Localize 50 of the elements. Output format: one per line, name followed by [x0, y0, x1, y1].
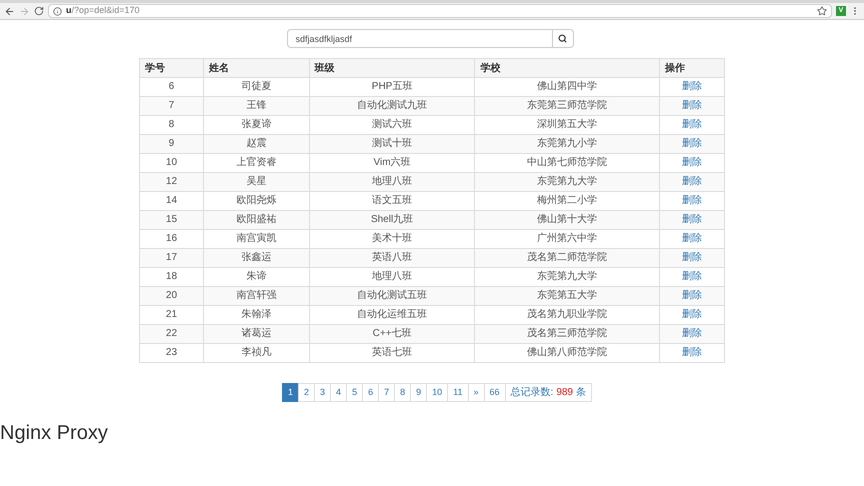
delete-link[interactable]: 删除	[682, 347, 702, 358]
delete-link[interactable]: 删除	[682, 233, 702, 244]
column-header: 学校	[474, 58, 660, 78]
delete-link[interactable]: 删除	[682, 252, 702, 263]
total-unit: 条	[576, 386, 586, 400]
search-button[interactable]	[552, 29, 574, 48]
delete-link[interactable]: 删除	[682, 290, 702, 301]
page-button[interactable]: 2	[298, 383, 316, 402]
search-field[interactable]: sdfjasdfkljasdf	[286, 29, 552, 48]
total-count: 989	[556, 386, 573, 400]
delete-link[interactable]: 删除	[682, 271, 702, 282]
delete-link[interactable]: 删除	[682, 138, 702, 149]
column-header: 姓名	[203, 58, 310, 78]
delete-link[interactable]: 删除	[682, 176, 702, 187]
star-icon[interactable]	[817, 6, 827, 16]
table-cell: 英语七班	[309, 344, 475, 362]
table-cell: 李祯凡	[203, 344, 310, 362]
page-button[interactable]: 6	[362, 383, 380, 402]
address-bar[interactable]: u/?op=del&id=170	[48, 4, 832, 18]
delete-link[interactable]: 删除	[682, 309, 702, 320]
page-button[interactable]: 3	[314, 383, 332, 402]
page-button[interactable]: 8	[394, 383, 412, 402]
page-heading: Nginx Proxy	[0, 421, 109, 446]
page-button[interactable]: 4	[330, 383, 348, 402]
page-button[interactable]: 7	[378, 383, 396, 402]
table-cell: 佛山第八师范学院	[474, 344, 660, 362]
url-path: /?op=del&id=170	[72, 4, 140, 18]
search-icon	[558, 34, 567, 43]
table-cell: 23	[140, 344, 204, 362]
url-host: u	[66, 4, 72, 18]
total-label: 总记录数:	[510, 386, 554, 400]
delete-link[interactable]: 删除	[682, 214, 702, 225]
page-button[interactable]: 10	[426, 383, 448, 402]
delete-link[interactable]: 删除	[682, 328, 702, 339]
reload-icon[interactable]	[34, 6, 44, 16]
delete-link[interactable]: 删除	[682, 81, 702, 92]
page-button[interactable]: »	[468, 383, 485, 402]
page-button[interactable]: 66	[484, 383, 506, 402]
page-button[interactable]: 1	[282, 383, 300, 402]
delete-link[interactable]: 删除	[682, 157, 702, 168]
info-icon[interactable]	[53, 6, 62, 16]
delete-link[interactable]: 删除	[682, 119, 702, 130]
page-button[interactable]: 9	[410, 383, 428, 402]
delete-link[interactable]: 删除	[682, 100, 702, 111]
page-button[interactable]: 11	[447, 383, 468, 402]
column-header: 学号	[140, 58, 204, 78]
column-header: 班级	[309, 58, 475, 78]
page-button[interactable]: 5	[346, 383, 364, 402]
delete-link[interactable]: 删除	[682, 195, 702, 206]
back-icon[interactable]	[4, 6, 15, 16]
